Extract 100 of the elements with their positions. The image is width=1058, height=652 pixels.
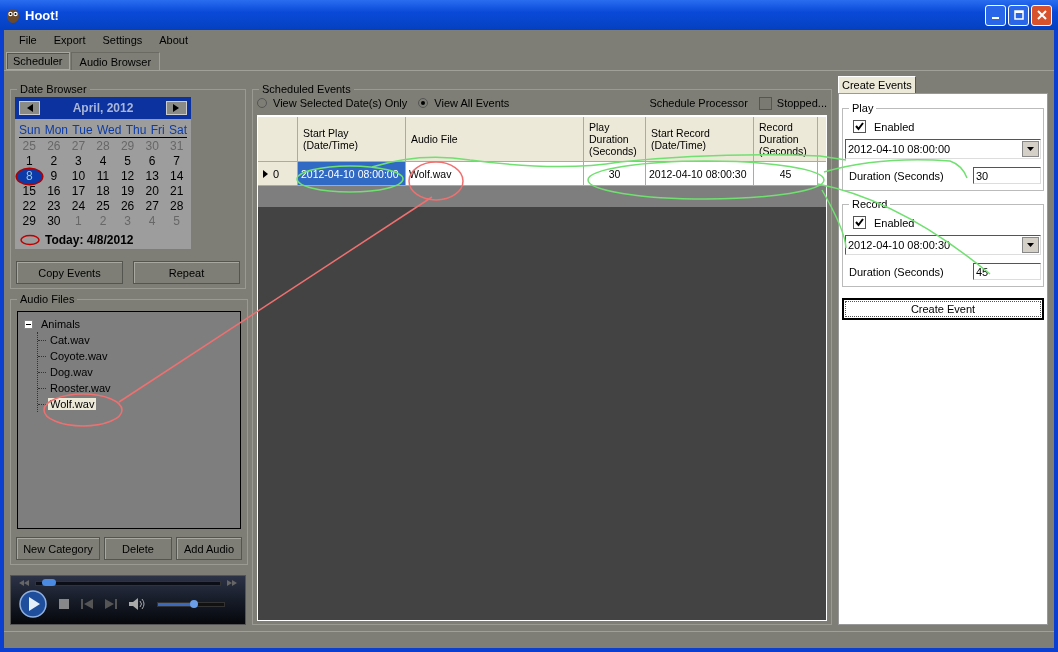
- rewind-icon[interactable]: [19, 580, 29, 586]
- calendar-day[interactable]: 21: [164, 184, 189, 199]
- calendar-day[interactable]: 10: [66, 169, 91, 184]
- tree-item[interactable]: Cat.wav: [48, 334, 92, 346]
- column-header[interactable]: Start Play (Date/Time): [298, 117, 406, 161]
- calendar-day[interactable]: 13: [139, 169, 165, 184]
- calendar-day[interactable]: 30: [41, 214, 67, 229]
- weekday-label: Mon: [44, 123, 68, 137]
- radio-label: View All Events: [434, 97, 510, 109]
- calendar-day[interactable]: 26: [115, 199, 140, 214]
- calendar-day[interactable]: 4: [90, 154, 116, 169]
- calendar-day[interactable]: 19: [115, 184, 140, 199]
- calendar-day[interactable]: 20: [139, 184, 165, 199]
- radio-button[interactable]: [418, 98, 429, 108]
- datetime-dropdown[interactable]: 2012-04-10 08:00:30: [845, 235, 1041, 255]
- calendar-day[interactable]: 6: [139, 154, 165, 169]
- datetime-dropdown[interactable]: 2012-04-10 08:00:00: [845, 139, 1041, 159]
- volume-thumb[interactable]: [190, 599, 199, 608]
- menu-item[interactable]: Settings: [95, 34, 153, 46]
- field-label: Duration (Seconds): [849, 169, 944, 182]
- table-cell[interactable]: 2012-04-10 08:00:30: [646, 162, 754, 185]
- calendar-day[interactable]: 17: [66, 184, 91, 199]
- checkbox[interactable]: [758, 96, 772, 110]
- weekday-label: Thu: [125, 123, 147, 137]
- seek-bar[interactable]: [35, 580, 221, 586]
- tab[interactable]: Create Events: [838, 76, 916, 93]
- calendar-day[interactable]: 3: [66, 154, 91, 169]
- column-header[interactable]: Play Duration (Seconds): [584, 117, 646, 161]
- radio-button[interactable]: [257, 98, 267, 108]
- tab[interactable]: Scheduler: [6, 52, 70, 70]
- menu-item[interactable]: About: [152, 34, 199, 46]
- play-icon[interactable]: [19, 590, 47, 618]
- action-button[interactable]: Repeat: [133, 261, 240, 284]
- window-title: Hoot!: [25, 7, 59, 23]
- table-cell[interactable]: Wolf.wav: [406, 162, 584, 185]
- create-event-button[interactable]: Create Event: [842, 298, 1044, 320]
- speaker-icon[interactable]: [129, 598, 145, 610]
- action-button[interactable]: Delete: [104, 537, 172, 560]
- owl-icon: [6, 7, 20, 23]
- tree-item[interactable]: Dog.wav: [48, 366, 95, 378]
- checkbox-label: Stopped...: [776, 97, 827, 109]
- action-button[interactable]: New Category: [16, 537, 100, 560]
- collapse-icon[interactable]: [24, 319, 33, 329]
- table-cell[interactable]: 45: [754, 162, 818, 185]
- weekday-label: Fri: [150, 123, 165, 137]
- action-button[interactable]: Add Audio: [176, 537, 242, 560]
- table-cell[interactable]: 2012-04-10 08:00:00: [298, 162, 406, 185]
- column-header[interactable]: Record Duration (Seconds): [754, 117, 818, 161]
- calendar-day[interactable]: 5: [115, 154, 140, 169]
- calendar-day[interactable]: 2: [41, 154, 67, 169]
- today-link[interactable]: Today: 4/8/2012: [45, 233, 134, 247]
- menu-item[interactable]: File: [12, 34, 47, 46]
- calendar-day[interactable]: 9: [41, 169, 67, 184]
- checkbox[interactable]: [853, 120, 866, 133]
- weekday-label: Tue: [72, 123, 93, 137]
- maximize-button[interactable]: [1008, 4, 1029, 26]
- calendar-day[interactable]: 11: [90, 169, 116, 184]
- calendar-day[interactable]: 24: [66, 199, 91, 214]
- action-button[interactable]: Copy Events: [16, 261, 123, 284]
- duration-field[interactable]: 30: [973, 167, 1041, 184]
- calendar-day[interactable]: 15: [17, 184, 42, 199]
- calendar-day[interactable]: 29: [17, 214, 42, 229]
- next-icon[interactable]: [105, 599, 117, 609]
- calendar-day[interactable]: 28: [164, 199, 189, 214]
- minimize-button[interactable]: [985, 4, 1006, 26]
- today-marker-icon: [19, 234, 41, 246]
- volume-slider[interactable]: [157, 601, 225, 607]
- seek-thumb[interactable]: [41, 578, 56, 586]
- calendar-day[interactable]: 18: [90, 184, 116, 199]
- field-label: Schedule Processor: [649, 97, 748, 109]
- tab[interactable]: Audio Browser: [70, 52, 161, 70]
- calendar-day[interactable]: 14: [164, 169, 189, 184]
- calendar-day[interactable]: 8: [17, 169, 42, 184]
- tree-item[interactable]: Rooster.wav: [48, 382, 113, 394]
- calendar-day[interactable]: 12: [115, 169, 140, 184]
- next-month-button[interactable]: [166, 101, 187, 115]
- row-header[interactable]: 0: [258, 162, 298, 185]
- fast-forward-icon[interactable]: [227, 580, 237, 586]
- previous-icon[interactable]: [81, 599, 93, 609]
- calendar-day[interactable]: 16: [41, 184, 67, 199]
- weekday-label: Sun: [19, 123, 41, 137]
- column-header[interactable]: Start Record (Date/Time): [646, 117, 754, 161]
- calendar-day[interactable]: 7: [164, 154, 189, 169]
- calendar-day[interactable]: 23: [41, 199, 67, 214]
- calendar-day[interactable]: 25: [90, 199, 116, 214]
- checkbox[interactable]: [853, 216, 866, 229]
- close-button[interactable]: [1031, 4, 1052, 26]
- tree-item[interactable]: Animals: [39, 318, 83, 330]
- calendar-day[interactable]: 22: [17, 199, 42, 214]
- menu-item[interactable]: Export: [46, 34, 96, 46]
- calendar-day[interactable]: 27: [139, 199, 165, 214]
- column-header[interactable]: Audio File: [406, 117, 584, 161]
- weekday-label: Sat: [168, 123, 187, 137]
- previous-month-button[interactable]: [19, 101, 40, 115]
- radio-option[interactable]: View All Events: [418, 97, 510, 109]
- tree-item[interactable]: Wolf.wav: [48, 398, 97, 410]
- table-cell[interactable]: 30: [584, 162, 646, 185]
- duration-field[interactable]: 45: [973, 263, 1041, 280]
- tree-item[interactable]: Coyote.wav: [48, 350, 110, 362]
- calendar-day[interactable]: 1: [17, 154, 42, 169]
